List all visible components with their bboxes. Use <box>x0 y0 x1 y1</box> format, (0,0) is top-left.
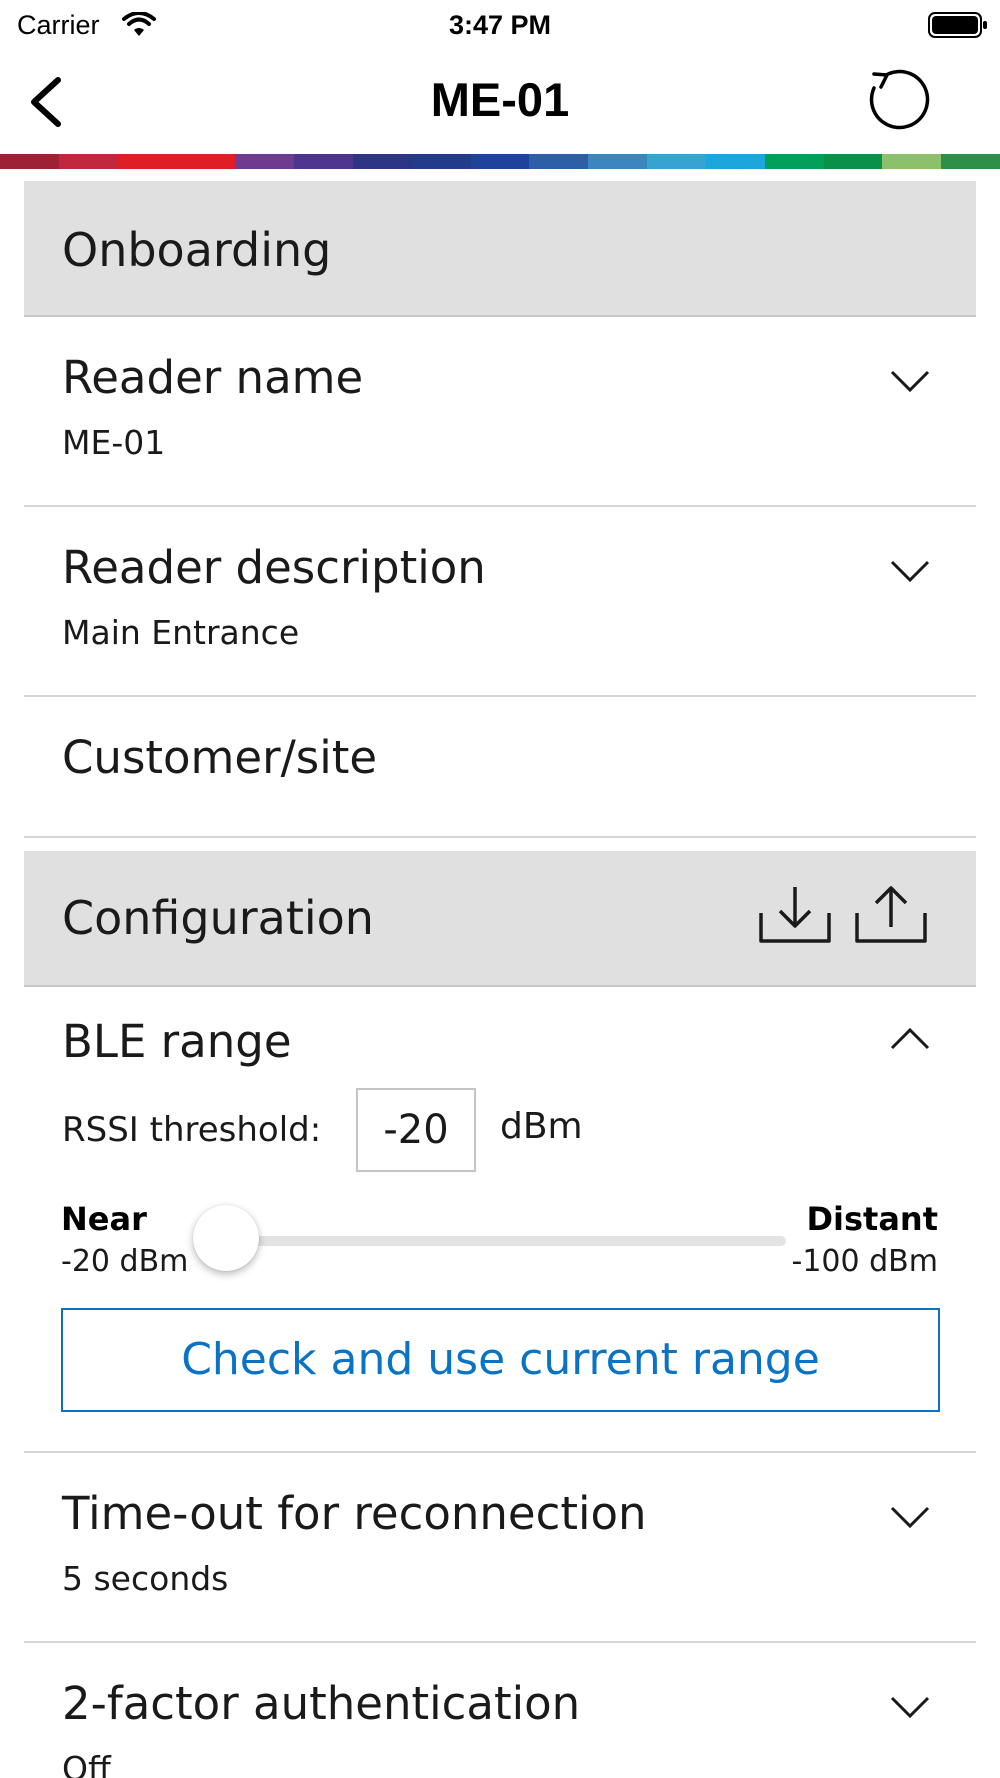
brand-color-segment <box>529 154 589 169</box>
chevron-down-icon <box>890 1506 930 1529</box>
brand-color-segment <box>0 154 59 169</box>
reader-name-title: Reader name <box>62 351 364 404</box>
reader-description-row[interactable]: Reader description Main Entrance <box>24 507 976 697</box>
chevron-down-icon <box>890 370 930 393</box>
reconnection-timeout-value: 5 seconds <box>62 1559 229 1598</box>
page-title: ME-01 <box>430 73 570 126</box>
distant-label: Distant <box>806 1200 938 1238</box>
configuration-section-header: Configuration <box>24 851 976 987</box>
customer-site-title: Customer/site <box>62 731 378 784</box>
reader-description-title: Reader description <box>62 541 486 594</box>
brand-color-segment <box>647 154 706 169</box>
brand-color-segment <box>941 154 1000 169</box>
brand-color-segment <box>235 154 295 169</box>
brand-color-segment <box>705 154 765 169</box>
brand-color-segment <box>294 154 353 169</box>
reconnection-timeout-title: Time-out for reconnection <box>62 1487 647 1540</box>
brand-color-segment <box>470 154 530 169</box>
distant-value: -100 dBm <box>791 1244 938 1279</box>
upload-icon[interactable] <box>854 883 928 945</box>
brand-color-segment <box>764 154 824 169</box>
onboarding-section-header: Onboarding <box>24 181 976 317</box>
chevron-up-icon[interactable] <box>890 1027 930 1051</box>
brand-color-strip <box>0 154 1000 169</box>
rssi-unit-label: dBm <box>500 1106 583 1147</box>
onboarding-header-label: Onboarding <box>62 223 332 277</box>
battery-icon <box>928 12 987 38</box>
brand-color-segment <box>823 154 883 169</box>
two-factor-auth-value: Off <box>62 1749 111 1778</box>
reader-description-value: Main Entrance <box>62 613 300 652</box>
near-value: -20 dBm <box>61 1244 189 1279</box>
brand-color-segment <box>588 154 648 169</box>
chevron-down-icon <box>890 560 930 583</box>
configuration-header-label: Configuration <box>62 891 374 945</box>
ble-range-title: BLE range <box>62 1015 292 1068</box>
two-factor-auth-row[interactable]: 2-factor authentication Off <box>24 1643 976 1778</box>
status-time: 3:47 PM <box>448 10 552 40</box>
brand-color-segment <box>176 154 236 169</box>
brand-color-segment <box>117 154 177 169</box>
rssi-threshold-input[interactable]: -20 <box>356 1088 476 1172</box>
reconnection-timeout-row[interactable]: Time-out for reconnection 5 seconds <box>24 1453 976 1643</box>
nav-bar: ME-01 <box>0 50 1000 154</box>
refresh-icon[interactable] <box>866 66 932 132</box>
range-slider-thumb[interactable] <box>193 1205 259 1271</box>
check-current-range-button[interactable]: Check and use current range <box>61 1308 940 1412</box>
two-factor-auth-title: 2-factor authentication <box>62 1677 581 1730</box>
near-label: Near <box>61 1200 147 1238</box>
brand-color-segment <box>411 154 471 169</box>
reader-name-value: ME-01 <box>62 423 166 462</box>
brand-color-segment <box>352 154 412 169</box>
rssi-threshold-label: RSSI threshold: <box>62 1110 322 1150</box>
download-icon[interactable] <box>758 883 832 945</box>
chevron-down-icon <box>890 1696 930 1719</box>
reader-name-row[interactable]: Reader name ME-01 <box>24 317 976 507</box>
status-bar: Carrier 3:47 PM <box>0 0 1000 50</box>
brand-color-segment <box>882 154 942 169</box>
range-slider-track[interactable] <box>226 1236 786 1246</box>
customer-site-row[interactable]: Customer/site <box>24 697 976 838</box>
brand-color-segment <box>58 154 118 169</box>
